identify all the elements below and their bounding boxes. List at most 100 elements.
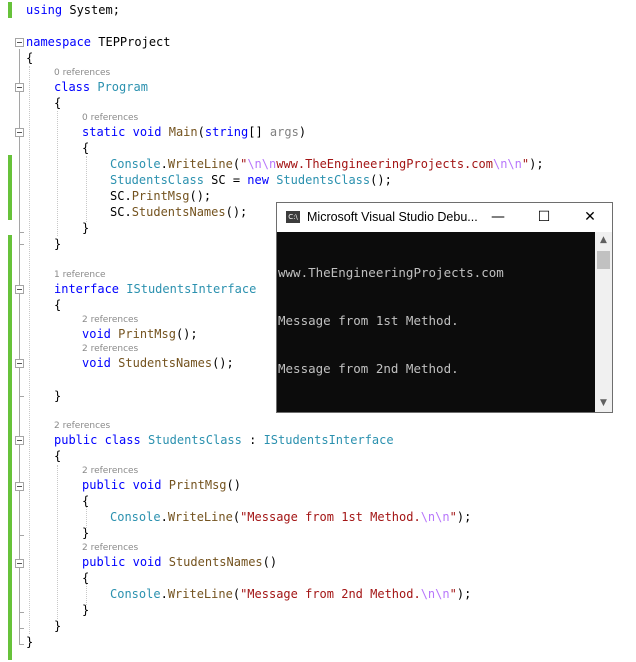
string-literal: " [449,587,457,601]
code-line: Console.WriteLine("Message from 1st Meth… [110,509,471,525]
collapse-icon[interactable] [15,482,24,491]
keyword: void [82,327,111,341]
maximize-button[interactable]: ☐ [521,203,567,232]
code-line: void StudentsNames(); [82,355,234,371]
collapse-icon[interactable] [15,436,24,445]
scroll-thumb[interactable] [597,251,610,269]
codelens-references[interactable]: 2 references [82,542,138,554]
keyword: interface [54,282,120,296]
brace: { [54,96,62,110]
code-text: ) [298,125,307,139]
code-text: (); [189,189,212,203]
codelens-references[interactable]: 0 references [54,67,110,79]
codelens-references[interactable]: 0 references [82,112,138,124]
minimize-button[interactable]: — [475,203,521,232]
code-text: . [160,587,168,601]
collapse-icon[interactable] [15,285,24,294]
fold-end [19,628,24,629]
codelens-references[interactable]: 2 references [54,420,110,432]
console-title: Microsoft Visual Studio Debu... [307,210,478,224]
brace: { [82,494,90,508]
method-name: WriteLine [167,157,233,171]
close-button[interactable]: ✕ [567,203,613,232]
console-output[interactable]: www.TheEngineeringProjects.com Message f… [277,232,595,412]
indent-guide [86,156,87,222]
code-line: } [82,220,89,236]
collapse-icon[interactable] [15,559,24,568]
type-name: Console [110,587,161,601]
change-bar [8,2,12,18]
code-line: } [82,602,89,618]
type-name: Console [110,510,161,524]
code-line: { [54,297,61,313]
fold-end [19,535,24,536]
code-line: { [82,570,89,586]
type-name: IStudentsInterface [126,282,257,296]
method-name: StudentsNames [131,205,226,219]
code-line: public void StudentsNames() [82,554,277,570]
console-output-line: Message from 2nd Method. [278,361,459,376]
codelens-references[interactable]: 2 references [82,314,138,326]
code-text: () [262,555,278,569]
code-text: SC = [203,173,248,187]
collapse-icon[interactable] [15,359,24,368]
collapse-icon[interactable] [15,38,24,47]
method-name: PrintMsg [118,327,176,341]
code-text: (); [225,205,248,219]
scroll-down-arrow-icon[interactable]: ▼ [595,395,612,412]
fold-line [19,49,20,645]
scroll-up-arrow-icon[interactable]: ▲ [595,232,612,249]
code-line: void PrintMsg(); [82,326,198,342]
keyword: namespace [26,35,92,49]
codelens-references[interactable]: 2 references [82,343,138,355]
codelens-references[interactable]: 2 references [82,465,138,477]
code-text: ( [232,510,241,524]
code-line: } [54,388,61,404]
indent-guide [57,465,58,619]
code-line: { [54,95,61,111]
code-line: StudentsClass SC = new StudentsClass(); [110,172,392,188]
codelens-references[interactable]: 1 reference [54,269,106,281]
code-line: SC.StudentsNames(); [110,204,247,220]
brace: { [54,449,62,463]
debug-console-window[interactable]: C:\ Microsoft Visual Studio Debu... — ☐ … [276,202,613,413]
string-literal: "Message from 2nd Method. [240,587,421,601]
console-output-line: Message from 1st Method. [278,313,459,328]
keyword: void [82,356,111,370]
collapse-icon[interactable] [15,83,24,92]
code-text: () [226,478,241,492]
console-scrollbar[interactable]: ▲ ▼ [595,232,612,412]
method-name: WriteLine [167,510,233,524]
keyword: new [247,173,269,187]
keyword: class [54,80,91,94]
keyword: class [104,433,141,447]
brace: } [54,619,62,633]
change-bar [8,155,12,220]
collapse-icon[interactable] [15,128,24,137]
code-text: (); [212,356,234,370]
fold-end [19,396,24,397]
brace: } [54,237,62,251]
keyword: public [82,478,126,492]
code-text: ); [456,510,472,524]
code-line: { [26,50,33,66]
keyword: static [82,125,126,139]
brace: { [82,571,90,585]
code-line: { [82,493,89,509]
code-line: static void Main(string[] args) [82,124,306,140]
keyword: void [132,125,162,139]
keyword: public [82,555,126,569]
escape-sequence: \n\n [420,587,450,601]
code-line: interface IStudentsInterface [54,281,256,297]
method-name: PrintMsg [131,189,190,203]
string-literal: www.TheEngineeringProjects.com [276,157,493,171]
type-name: StudentsClass [147,433,242,447]
code-line: } [82,525,89,541]
indent-guide [57,111,58,236]
fold-end [19,232,24,233]
escape-sequence: \n\n [492,157,522,171]
console-title-bar[interactable]: C:\ Microsoft Visual Studio Debu... — ☐ … [277,203,612,232]
code-line: { [82,140,89,156]
